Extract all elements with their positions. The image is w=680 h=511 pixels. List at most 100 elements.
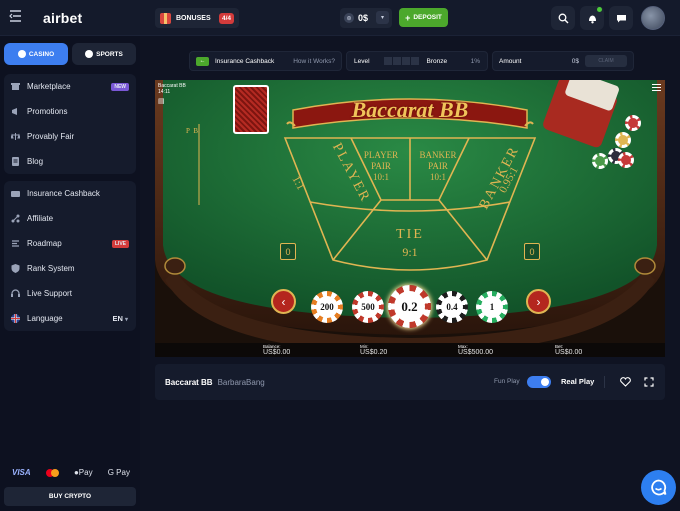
table-title: Baccarat BB: [351, 97, 469, 122]
sidebar-item-provably-fair[interactable]: Provably Fair: [4, 124, 136, 149]
chip-stack: [592, 153, 608, 169]
sidebar-item-promotions[interactable]: Promotions: [4, 99, 136, 124]
sidebar-item-label: Provably Fair: [27, 132, 75, 141]
sidebar-item-rank-system[interactable]: Rank System: [4, 256, 136, 281]
soccer-ball-icon: [85, 50, 94, 58]
insurance-label: Insurance Cashback: [215, 57, 275, 65]
chip-500[interactable]: 500: [352, 291, 384, 323]
sidebar-item-label: Marketplace: [27, 82, 71, 91]
amount-label: Amount: [499, 57, 522, 65]
stat-value: US$0.00: [263, 349, 291, 356]
stat-min: Min: US$0.20: [360, 344, 387, 356]
amount-value: 0$: [571, 57, 579, 65]
level-label: Level: [354, 57, 370, 65]
headset-icon: [11, 289, 20, 298]
sidebar-item-label: Affiliate: [27, 214, 54, 223]
claim-button[interactable]: CLAIM: [585, 55, 627, 67]
fullscreen-icon[interactable]: [644, 377, 654, 387]
bonuses-button[interactable]: BONUSES 4/4: [155, 8, 239, 28]
chip-value: 500: [357, 296, 379, 318]
casino-icon: [17, 50, 26, 58]
player-pair-label-2: PAIR: [371, 161, 391, 171]
road-labels: P B: [186, 127, 198, 135]
notification-dot: [597, 7, 602, 12]
card-deck: [233, 85, 269, 134]
chip-0-4[interactable]: 0.4: [436, 291, 468, 323]
apple-pay-logo: ●Pay: [74, 468, 93, 477]
deposit-button[interactable]: + DEPOSIT: [399, 8, 448, 27]
tab-casino-label: CASINO: [28, 50, 55, 58]
sidebar-item-roadmap[interactable]: Roadmap LIVE: [4, 231, 136, 256]
level-progress-bar: [383, 57, 419, 65]
sidebar-item-live-support[interactable]: Live Support: [4, 281, 136, 306]
game-stats-bar: Balance: US$0.00 Min: US$0.20 Max: US$500.0…: [155, 343, 665, 357]
airbet-logo[interactable]: airbet: [43, 10, 82, 26]
notifications-button[interactable]: [580, 6, 604, 30]
game-provider[interactable]: BarbaraBang: [218, 378, 265, 387]
how-it-works-link[interactable]: How it Works?: [293, 58, 335, 65]
search-button[interactable]: [551, 6, 575, 30]
chips-prev-button[interactable]: ‹: [271, 289, 296, 314]
sidebar: CASINO SPORTS Marketplace NEW Promotions…: [0, 36, 140, 511]
chevron-down-icon: ▾: [124, 317, 128, 323]
game-title-overlay: Baccarat BB 14:11 ▤: [158, 83, 186, 105]
sidebar-item-affiliate[interactable]: Affiliate: [4, 206, 136, 231]
bonuses-count-badge: 4/4: [218, 12, 234, 24]
game-name: Baccarat BB: [165, 377, 213, 387]
tab-casino[interactable]: CASINO: [4, 43, 68, 65]
chip-stack: [625, 115, 641, 131]
stat-balance: Balance: US$0.00: [263, 344, 290, 356]
chip-stack: [615, 132, 631, 148]
apple-pay-label: Pay: [78, 468, 93, 477]
payment-methods: VISA ●Pay G Pay: [12, 468, 130, 477]
language-value: EN ▾: [112, 314, 128, 323]
sidebar-item-language[interactable]: Language EN ▾: [4, 306, 136, 331]
network-icon: [11, 214, 20, 223]
bonuses-label: BONUSES: [176, 14, 211, 22]
currency-dropdown-button[interactable]: ▾: [376, 11, 389, 24]
right-counter: 0: [524, 243, 540, 260]
tab-sports-label: SPORTS: [96, 50, 123, 58]
game-frame[interactable]: Baccarat BB 14:11 ▤ Baccarat BB P B PLAY…: [155, 80, 665, 357]
language-code: EN: [112, 314, 123, 323]
cashback-icon: [11, 189, 20, 198]
game-menu-icon[interactable]: [652, 84, 661, 93]
chip-stack: [618, 152, 634, 168]
tie-bet-area[interactable]: TIE 9:1: [380, 227, 440, 260]
visa-logo: VISA: [12, 468, 31, 477]
buy-crypto-button[interactable]: BUY CRYPTO: [4, 487, 136, 506]
sidebar-collapse-icon[interactable]: [9, 10, 22, 22]
sidebar-item-insurance-cashback[interactable]: Insurance Cashback: [4, 181, 136, 206]
stat-value: US$0.20: [360, 349, 388, 356]
sidebar-item-label: Promotions: [27, 107, 68, 116]
chevron-right-icon: ›: [536, 294, 541, 309]
sidebar-item-label: Language: [27, 314, 63, 323]
chip-value: 1: [481, 296, 503, 318]
player-pair-area[interactable]: PLAYER PAIR 10:1: [356, 150, 406, 183]
level-name: Bronze: [426, 57, 448, 65]
new-badge: NEW: [111, 82, 129, 91]
banker-pair-label: BANKER: [419, 150, 457, 160]
chip-200[interactable]: 200: [311, 291, 343, 323]
sidebar-item-marketplace[interactable]: Marketplace NEW: [4, 74, 136, 99]
live-chat-button[interactable]: [641, 470, 676, 505]
megaphone-icon: [11, 107, 20, 116]
sidebar-item-blog[interactable]: Blog: [4, 149, 136, 174]
sidebar-item-label: Rank System: [27, 264, 75, 273]
user-avatar[interactable]: [641, 6, 665, 30]
balance-amount: 0$: [358, 13, 369, 23]
play-mode-toggle[interactable]: [527, 376, 551, 388]
tab-sports[interactable]: SPORTS: [72, 43, 136, 65]
heart-icon[interactable]: [620, 377, 631, 387]
banker-pair-label-2: PAIR: [428, 161, 448, 171]
chip-0-2-selected[interactable]: 0.2: [388, 285, 431, 328]
chip-value: 200: [316, 296, 338, 318]
history-icon[interactable]: ▤: [158, 98, 186, 105]
road-label-banker: B: [193, 127, 199, 135]
plus-icon: +: [405, 12, 411, 23]
insurance-cashback-box: ← Insurance Cashback How it Works?: [189, 51, 342, 71]
chips-next-button[interactable]: ›: [526, 289, 551, 314]
chat-button[interactable]: [609, 6, 633, 30]
chip-1[interactable]: 1: [476, 291, 508, 323]
banker-pair-area[interactable]: BANKER PAIR 10:1: [413, 150, 463, 183]
